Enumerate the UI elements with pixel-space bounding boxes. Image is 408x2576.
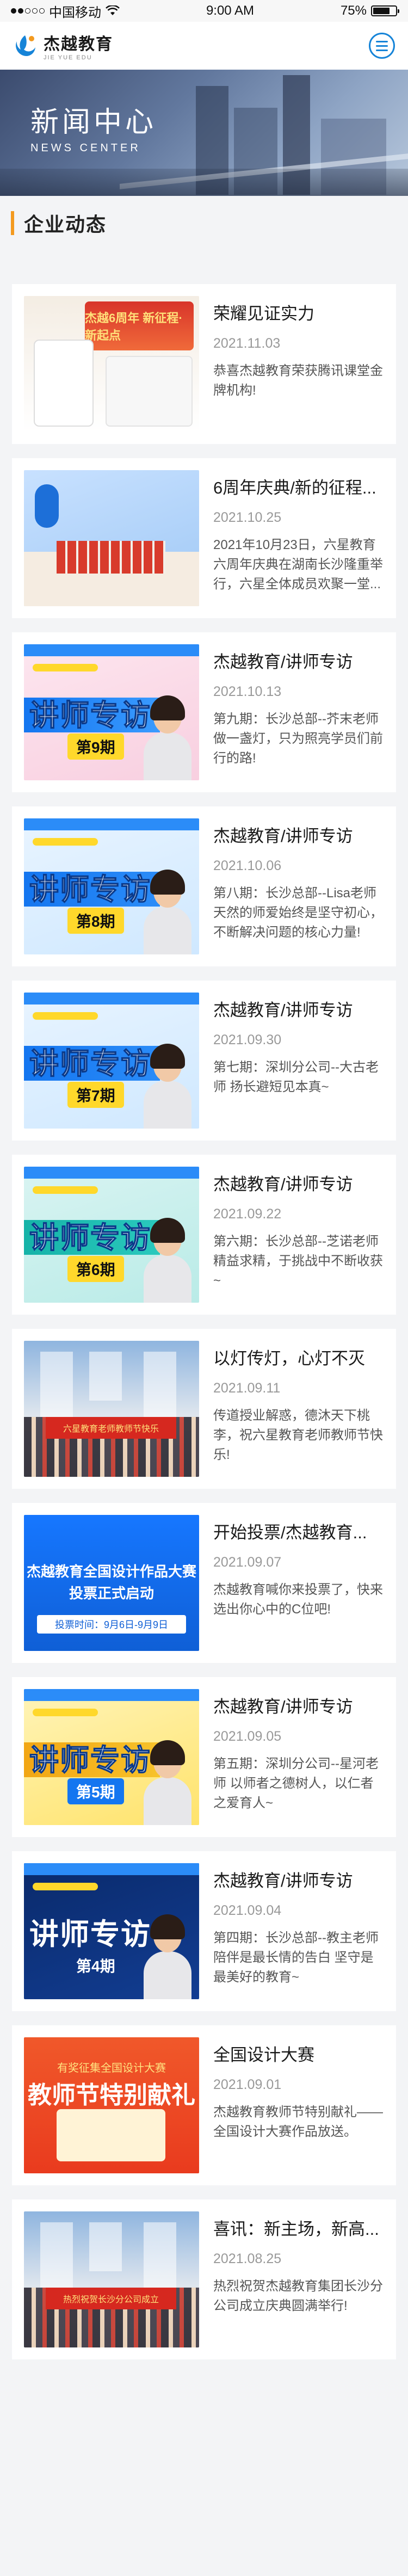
news-date: 2021.09.11 (213, 1381, 281, 1396)
news-summary: 第五期：深圳分公司--星河老师 以师者之德树人，以仁者之爱育人~ (213, 1757, 379, 1810)
news-title[interactable]: 杰越教育/讲师专访 (213, 651, 385, 674)
signal-icon (11, 8, 45, 14)
news-summary: 2021年10月23日，六星教育六周年庆典在湖南长沙隆重举行，六星全体成员欢聚一… (213, 538, 383, 591)
logo-icon (16, 35, 35, 57)
thumbnail-date: 投票时间：9月6日-9月9日 (37, 1615, 186, 1634)
news-card[interactable]: 讲师专访 第6期 杰越教育/讲师专访 2021.09.22 第六期：长沙总部--芝诺老师… (12, 1155, 396, 1315)
news-date: 2021.09.04 (213, 1903, 282, 1918)
app-header: 杰越教育 JIE YUE EDU (0, 22, 408, 70)
thumbnail-headline: 杰越教育全国设计作品大赛 (26, 1563, 196, 1580)
banner-subtitle: NEWS CENTER (30, 142, 141, 154)
thumbnail-headline: 讲师专访 (29, 1221, 151, 1255)
news-date: 2021.10.13 (213, 684, 282, 699)
news-title[interactable]: 杰越教育/讲师专访 (213, 1870, 385, 1893)
banner-title: 新闻中心 (30, 107, 157, 138)
wifi-icon (106, 5, 120, 15)
thumbnail-headline: 六星教育老师教师节快乐 (46, 1417, 176, 1439)
thumbnail-subheadline: 投票正式启动 (69, 1585, 154, 1601)
thumbnail-issue: 第9期 (67, 734, 124, 760)
news-date: 2021.10.06 (213, 858, 282, 873)
menu-icon[interactable] (369, 33, 395, 59)
status-bar: 中国移动 9:00 AM 75% (0, 0, 408, 22)
news-date: 2021.08.25 (213, 2251, 282, 2266)
thumbnail-issue: 第6期 (67, 1256, 124, 1282)
section-heading: 企业动态 (0, 196, 408, 250)
news-title[interactable]: 杰越教育/讲师专访 (213, 825, 385, 848)
news-card[interactable]: 热烈祝贺长沙分公司成立 喜讯：新主场，新高... 2021.08.25 热烈祝贺杰越教… (12, 2199, 396, 2359)
thumbnail-subheadline: 有奖征集全国设计大赛 (57, 2062, 166, 2074)
news-thumbnail[interactable]: 杰越6周年 新征程·新起点 (24, 296, 199, 432)
news-thumbnail[interactable] (24, 470, 199, 606)
news-summary: 杰越教育喊你来投票了，快来选出你心中的C位吧! (213, 1582, 383, 1617)
news-thumbnail[interactable]: 讲师专访 第9期 (24, 644, 199, 780)
news-thumbnail[interactable]: 讲师专访第4期 (24, 1863, 199, 1999)
battery-percent: 75% (340, 3, 367, 18)
news-summary: 杰越教育教师节特别献礼——全国设计大赛作品放送。 (213, 2105, 383, 2139)
news-title[interactable]: 6周年庆典/新的征程... (213, 477, 385, 500)
news-title[interactable]: 杰越教育/讲师专访 (213, 1696, 385, 1718)
thumbnail-headline: 热烈祝贺长沙分公司成立 (46, 2288, 176, 2309)
thumbnail-headline: 讲师专访 (29, 1047, 151, 1081)
news-thumbnail[interactable]: 讲师专访 第8期 (24, 818, 199, 954)
news-thumbnail[interactable]: 讲师专访 第6期 (24, 1167, 199, 1303)
news-title[interactable]: 荣耀见证实力 (213, 303, 385, 325)
news-summary: 第七期：深圳分公司--大古老师 扬长避短见本真~ (213, 1060, 379, 1094)
news-thumbnail[interactable]: 讲师专访 第5期 (24, 1689, 199, 1825)
news-title[interactable]: 杰越教育/讲师专访 (213, 1173, 385, 1196)
news-card[interactable]: 讲师专访 第8期 杰越教育/讲师专访 2021.10.06 第八期：长沙总部--Lisa… (12, 806, 396, 966)
news-card[interactable]: 讲师专访 第9期 杰越教育/讲师专访 2021.10.13 第九期：长沙总部--芥末老师… (12, 632, 396, 792)
section-accent-bar (11, 211, 14, 235)
news-card[interactable]: 杰越教育全国设计作品大赛 投票正式启动 投票时间：9月6日-9月9日 开始投票/杰越教… (12, 1503, 396, 1663)
thumbnail-headline: 教师节特别献礼 (28, 2082, 195, 2109)
news-card[interactable]: 杰越6周年 新征程·新起点 荣耀见证实力 2021.11.03 恭喜杰越教育荣获腾讯课… (12, 284, 396, 444)
thumbnail-headline: 杰越6周年 新征程·新起点 (85, 301, 194, 350)
news-title[interactable]: 以灯传灯，心灯不灭 (213, 1347, 385, 1370)
thumbnail-issue: 第5期 (67, 1778, 124, 1804)
news-date: 2021.09.05 (213, 1729, 282, 1744)
clock: 9:00 AM (206, 3, 254, 18)
news-date: 2021.11.03 (213, 336, 281, 351)
news-thumbnail[interactable]: 有奖征集全国设计大赛教师节特别献礼 (24, 2037, 199, 2173)
news-summary: 热烈祝贺杰越教育集团长沙分公司成立庆典圆满举行! (213, 2279, 383, 2313)
thumbnail-issue: 第4期 (76, 1958, 115, 1975)
news-card[interactable]: 有奖征集全国设计大赛教师节特别献礼 全国设计大赛 2021.09.01 杰越教育教师节… (12, 2025, 396, 2185)
thumbnail-headline: 讲师专访 (29, 1743, 151, 1777)
news-card[interactable]: 6周年庆典/新的征程... 2021.10.25 2021年10月23日，六星教育六… (12, 458, 396, 618)
news-title[interactable]: 喜讯：新主场，新高... (213, 2218, 385, 2241)
news-thumbnail[interactable]: 讲师专访 第7期 (24, 993, 199, 1129)
news-date: 2021.09.30 (213, 1032, 282, 1047)
brand-logo[interactable]: 杰越教育 JIE YUE EDU (13, 30, 113, 61)
news-date: 2021.09.22 (213, 1206, 282, 1222)
news-summary: 第九期：长沙总部--芥末老师做一盏灯，只为照亮学员们前行的路! (213, 712, 383, 766)
battery-icon (370, 5, 399, 16)
news-thumbnail[interactable]: 热烈祝贺长沙分公司成立 (24, 2211, 199, 2347)
news-date: 2021.09.01 (213, 2077, 282, 2092)
news-title[interactable]: 杰越教育/讲师专访 (213, 999, 385, 1022)
brand-tagline: JIE YUE EDU (44, 54, 92, 61)
news-thumbnail[interactable]: 杰越教育全国设计作品大赛 投票正式启动投票时间：9月6日-9月9日 (24, 1515, 199, 1651)
thumbnail-issue: 第7期 (67, 1082, 124, 1108)
carrier-label: 中国移动 (49, 5, 101, 20)
section-title: 企业动态 (24, 213, 107, 236)
news-summary: 恭喜杰越教育荣获腾讯课堂金牌机构! (213, 363, 383, 398)
news-card[interactable]: 讲师专访 第7期 杰越教育/讲师专访 2021.09.30 第七期：深圳分公司--大古老… (12, 981, 396, 1141)
news-summary: 第四期：长沙总部--教主老师陪伴是最长情的告白 坚守是最美好的教育~ (213, 1931, 379, 1985)
news-card[interactable]: 六星教育老师教师节快乐 以灯传灯，心灯不灭 2021.09.11 传道授业解惑，德沐天… (12, 1329, 396, 1489)
news-summary: 传道授业解惑，德沐天下桃李，祝六星教育老师教师节快乐! (213, 1408, 383, 1462)
news-thumbnail[interactable]: 六星教育老师教师节快乐 (24, 1341, 199, 1477)
brand-name: 杰越教育 (44, 35, 113, 53)
hero-banner: 新闻中心 NEWS CENTER (0, 70, 408, 196)
news-title[interactable]: 全国设计大赛 (213, 2044, 385, 2067)
news-card[interactable]: 讲师专访 第4期 杰越教育/讲师专访 2021.09.04 第四期：长沙总部--教主老师… (12, 1851, 396, 2011)
news-summary: 第八期：长沙总部--Lisa老师天然的师爱始终是坚守初心，不断解决问题的核心力量… (213, 886, 383, 940)
thumbnail-issue: 第8期 (67, 908, 124, 934)
thumbnail-headline: 讲师专访 (29, 873, 151, 907)
news-date: 2021.10.25 (213, 510, 282, 525)
news-card[interactable]: 讲师专访 第5期 杰越教育/讲师专访 2021.09.05 第五期：深圳分公司--星河老… (12, 1677, 396, 1837)
news-title[interactable]: 开始投票/杰越教育... (213, 1521, 385, 1544)
thumbnail-headline: 讲师专访 (29, 1918, 151, 1951)
news-summary: 第六期：长沙总部--芝诺老师精益求精，于挑战中不断收获~ (213, 1234, 383, 1288)
news-date: 2021.09.07 (213, 1555, 282, 1570)
thumbnail-headline: 讲师专访 (29, 699, 151, 732)
